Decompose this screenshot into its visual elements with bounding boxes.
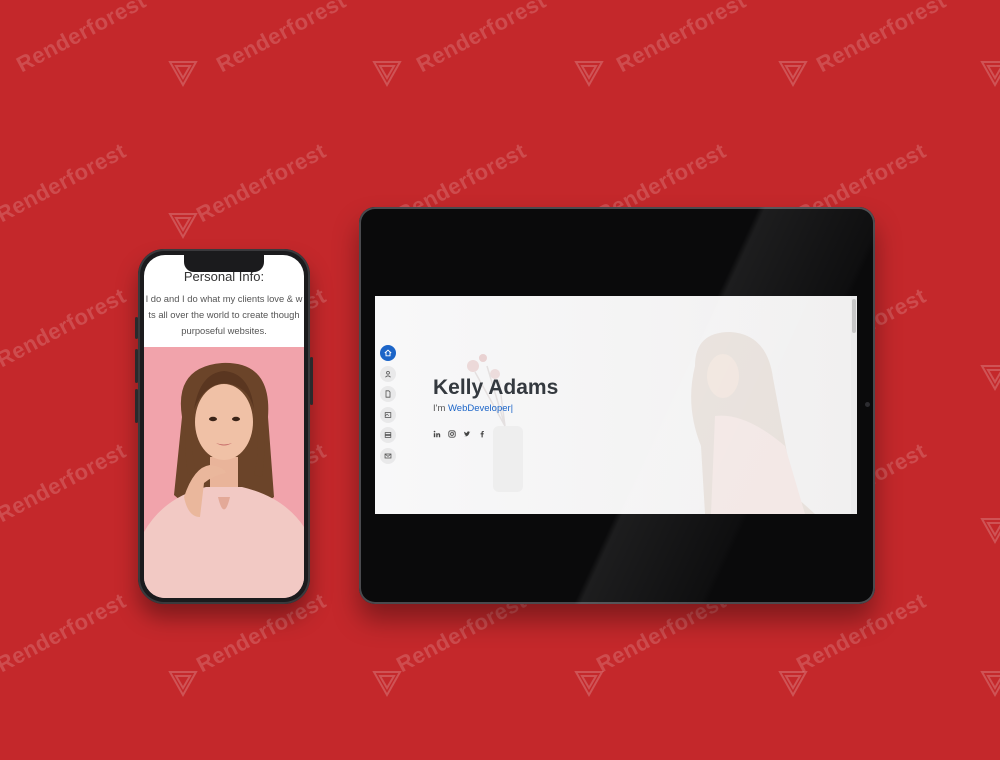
tablet-screen: Kelly Adams I'm WebDeveloper| — [375, 296, 857, 514]
profile-photo-illustration — [144, 362, 304, 598]
personal-info-line: ts all over the world to create though — [148, 309, 300, 320]
watermark-text: Renderforest — [412, 0, 551, 78]
renderforest-logo-icon — [168, 668, 198, 698]
phone-notch — [184, 255, 264, 272]
phone-volume-down-button — [135, 389, 138, 423]
document-icon — [385, 390, 391, 398]
personal-info-line: purposeful websites. — [181, 325, 267, 336]
social-links — [433, 423, 486, 438]
instagram-link[interactable] — [448, 423, 456, 438]
scrollbar[interactable] — [851, 296, 857, 514]
personal-info-text: I do and I do what my clients love & w t… — [144, 291, 304, 339]
hero-role: WebDeveloper| — [448, 403, 514, 414]
hero-name: Kelly Adams — [433, 376, 559, 399]
profile-photo — [144, 347, 304, 598]
renderforest-logo-icon — [778, 58, 808, 88]
renderforest-logo-icon — [574, 668, 604, 698]
nav-portfolio-button[interactable] — [380, 406, 396, 423]
renderforest-logo-icon — [778, 668, 808, 698]
watermark-text: Renderforest — [12, 0, 151, 78]
hero-prefix: I'm — [433, 403, 446, 414]
linkedin-link[interactable] — [433, 423, 441, 438]
watermark-text: Renderforest — [0, 282, 131, 373]
home-icon — [384, 349, 392, 357]
watermark-text: Renderforest — [0, 137, 131, 228]
services-icon — [384, 432, 392, 438]
tablet-device: Kelly Adams I'm WebDeveloper| — [359, 207, 875, 604]
tablet-camera — [865, 402, 870, 407]
renderforest-logo-icon — [980, 668, 1000, 698]
renderforest-logo-icon — [168, 58, 198, 88]
watermark-text: Renderforest — [192, 137, 331, 228]
hero-subtitle: I'm WebDeveloper| — [433, 403, 513, 414]
renderforest-logo-icon — [980, 58, 1000, 88]
phone-volume-up-button — [135, 349, 138, 383]
renderforest-logo-icon — [574, 58, 604, 88]
personal-info-line: I do and I do what my clients love & w — [145, 293, 303, 304]
nav-home-button[interactable] — [380, 345, 396, 361]
renderforest-logo-icon — [168, 210, 198, 240]
phone-device: Personal Info: I do and I do what my cli… — [135, 249, 313, 604]
watermark-text: Renderforest — [0, 437, 131, 528]
nav-about-button[interactable] — [380, 365, 396, 382]
phone-power-button — [310, 357, 313, 405]
portfolio-icon — [384, 411, 392, 418]
nav-contact-button[interactable] — [380, 447, 396, 464]
facebook-link[interactable] — [478, 423, 486, 438]
renderforest-logo-icon — [372, 58, 402, 88]
renderforest-logo-icon — [372, 668, 402, 698]
nav-resume-button[interactable] — [380, 386, 396, 402]
watermark-text: Renderforest — [812, 0, 951, 78]
scrollbar-thumb[interactable] — [852, 299, 856, 333]
phone-screen: Personal Info: I do and I do what my cli… — [144, 255, 304, 598]
watermark-text: Renderforest — [612, 0, 751, 78]
watermark-text: Renderforest — [212, 0, 351, 78]
side-navigation — [380, 345, 396, 468]
phone-mute-button — [135, 317, 138, 339]
user-icon — [385, 370, 391, 377]
mail-icon — [384, 453, 392, 458]
instagram-icon — [448, 430, 456, 438]
nav-services-button[interactable] — [380, 427, 396, 443]
facebook-icon — [480, 430, 484, 438]
linkedin-icon — [433, 430, 441, 438]
twitter-link[interactable] — [463, 423, 471, 437]
twitter-icon — [463, 431, 471, 437]
watermark-text: Renderforest — [0, 587, 131, 678]
renderforest-logo-icon — [980, 362, 1000, 392]
renderforest-logo-icon — [980, 515, 1000, 545]
